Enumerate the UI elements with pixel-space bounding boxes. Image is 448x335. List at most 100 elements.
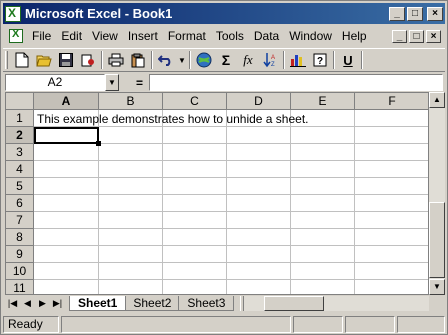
svg-text:Z: Z — [271, 62, 275, 68]
prev-sheet-icon[interactable]: ◀ — [20, 296, 35, 311]
row-header-10[interactable]: 10 — [6, 263, 34, 280]
vertical-scroll-thumb[interactable] — [429, 202, 445, 278]
menu-bar: File Edit View Insert Format Tools Data … — [3, 26, 445, 46]
column-header-c[interactable]: C — [163, 93, 227, 110]
permission-icon[interactable] — [77, 50, 99, 71]
toolbar-grip[interactable] — [5, 51, 8, 69]
active-cell-a2[interactable] — [34, 127, 99, 144]
cell-a1[interactable]: This example demonstrates how to unhide … — [37, 111, 309, 127]
gridline — [34, 194, 428, 195]
status-text: Ready — [3, 316, 59, 333]
name-box-dropdown-icon[interactable]: ▼ — [105, 74, 119, 91]
formula-input[interactable] — [149, 74, 443, 91]
workbook-restore-button[interactable]: □ — [409, 29, 424, 43]
spreadsheet-grid[interactable]: A B C D E F 1 2 3 4 5 6 7 8 9 10 11 This… — [5, 92, 429, 295]
undo-icon[interactable] — [155, 50, 177, 71]
workbook-minimize-button[interactable]: _ — [392, 29, 407, 43]
row-header-4[interactable]: 4 — [6, 161, 34, 178]
help-icon[interactable]: ? — [309, 50, 331, 71]
fill-handle[interactable] — [96, 141, 101, 146]
open-icon[interactable] — [33, 50, 55, 71]
row-header-1[interactable]: 1 — [6, 110, 34, 127]
row-header-2[interactable]: 2 — [6, 127, 34, 144]
gridline — [290, 110, 291, 294]
horizontal-scrollbar[interactable] — [244, 296, 429, 311]
gridline — [226, 110, 227, 294]
row-header-7[interactable]: 7 — [6, 212, 34, 229]
menu-tools[interactable]: Tools — [211, 29, 249, 43]
menu-format[interactable]: Format — [163, 29, 211, 43]
sheet-tab-sheet2[interactable]: Sheet2 — [124, 296, 181, 311]
paste-icon[interactable] — [127, 50, 149, 71]
undo-dropdown-icon[interactable]: ▼ — [177, 50, 187, 71]
menu-insert[interactable]: Insert — [123, 29, 163, 43]
title-bar[interactable]: Microsoft Excel - Book1 _ □ × — [3, 3, 445, 24]
row-header-9[interactable]: 9 — [6, 246, 34, 263]
toolbar-separator — [283, 51, 285, 69]
column-header-b[interactable]: B — [99, 93, 163, 110]
row-header-5[interactable]: 5 — [6, 178, 34, 195]
scroll-down-icon[interactable]: ▼ — [429, 279, 445, 295]
sort-icon[interactable]: AZ — [259, 50, 281, 71]
row-header-8[interactable]: 8 — [6, 229, 34, 246]
status-bar: Ready — [3, 315, 445, 334]
select-all-corner[interactable] — [6, 93, 34, 110]
minimize-button[interactable]: _ — [389, 6, 405, 21]
row-header-6[interactable]: 6 — [6, 195, 34, 212]
column-header-f[interactable]: F — [355, 93, 428, 110]
first-sheet-icon[interactable]: |◀ — [5, 296, 20, 311]
new-icon[interactable] — [11, 50, 33, 71]
autosum-icon[interactable]: Σ — [215, 50, 237, 71]
scroll-up-icon[interactable]: ▲ — [429, 92, 445, 108]
menu-data[interactable]: Data — [249, 29, 284, 43]
save-icon[interactable] — [55, 50, 77, 71]
status-panel — [397, 316, 445, 333]
chart-icon[interactable] — [287, 50, 309, 71]
excel-app-icon[interactable] — [5, 5, 21, 22]
column-header-e[interactable]: E — [291, 93, 355, 110]
gridline — [34, 228, 428, 229]
toolbar-separator — [333, 51, 335, 69]
status-panel — [345, 316, 395, 333]
gridline — [34, 245, 428, 246]
menu-edit[interactable]: Edit — [56, 29, 87, 43]
row-header-11[interactable]: 11 — [6, 280, 34, 294]
name-box[interactable]: A2 — [5, 74, 105, 91]
gridline — [34, 279, 428, 280]
menu-view[interactable]: View — [87, 29, 123, 43]
function-icon[interactable]: fx — [237, 50, 259, 71]
sheet-tab-sheet3[interactable]: Sheet3 — [178, 296, 235, 311]
toolbar-separator — [151, 51, 153, 69]
status-panel — [293, 316, 343, 333]
maximize-button[interactable]: □ — [407, 6, 423, 21]
toolbar-separator — [361, 51, 363, 69]
standard-toolbar: ▼ Σ fx AZ ? U — [3, 48, 445, 72]
column-header-a[interactable]: A — [34, 93, 99, 110]
gridline — [34, 262, 428, 263]
menu-file[interactable]: File — [27, 29, 56, 43]
workbook-icon[interactable] — [9, 28, 23, 43]
horizontal-scroll-thumb[interactable] — [264, 296, 325, 311]
last-sheet-icon[interactable]: ▶| — [50, 296, 65, 311]
window-title: Microsoft Excel - Book1 — [25, 6, 173, 21]
menu-help[interactable]: Help — [337, 29, 372, 43]
svg-text:A: A — [271, 55, 275, 61]
workbook-close-button[interactable]: × — [426, 29, 441, 43]
underline-icon[interactable]: U — [337, 50, 359, 71]
gridline — [354, 110, 355, 294]
column-header-d[interactable]: D — [227, 93, 291, 110]
sheet-tab-sheet1[interactable]: Sheet1 — [69, 296, 127, 311]
svg-text:?: ? — [317, 56, 323, 67]
formula-equals-label: = — [135, 75, 143, 90]
status-panel — [61, 316, 291, 333]
excel-window: Microsoft Excel - Book1 _ □ × File Edit … — [0, 0, 448, 335]
next-sheet-icon[interactable]: ▶ — [35, 296, 50, 311]
sheet-tabs-bar: |◀ ◀ ▶ ▶| Sheet1 Sheet2 Sheet3 — [5, 295, 445, 312]
formula-bar: A2 ▼ = — [3, 73, 445, 92]
row-header-3[interactable]: 3 — [6, 144, 34, 161]
vertical-scrollbar[interactable]: ▲ ▼ — [429, 92, 445, 295]
menu-window[interactable]: Window — [284, 29, 337, 43]
print-icon[interactable] — [105, 50, 127, 71]
close-button[interactable]: × — [427, 6, 443, 21]
hyperlink-icon[interactable] — [193, 50, 215, 71]
